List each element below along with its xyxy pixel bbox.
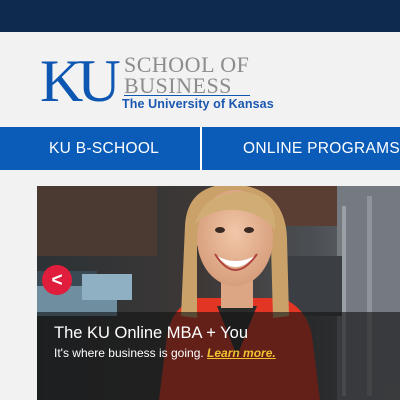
hero-title: The KU Online MBA + You: [54, 324, 248, 342]
school-name-divider: [124, 95, 250, 96]
school-name-line2: BUSINESS: [124, 73, 232, 98]
hero-subtitle-line: It's where business is going. Learn more…: [54, 346, 276, 360]
main-nav: KU B-SCHOOL ONLINE PROGRAMS: [0, 127, 400, 170]
site-header: KU SCHOOL OF BUSINESS The University of …: [0, 32, 400, 127]
school-name-line1: SCHOOL OF: [124, 52, 250, 77]
learn-more-link[interactable]: Learn more.: [207, 346, 276, 360]
carousel-prev-button[interactable]: <: [42, 265, 72, 295]
top-bar: [0, 0, 400, 32]
school-name: SCHOOL OF BUSINESS: [124, 52, 250, 98]
ku-logo-icon: KU: [40, 51, 120, 107]
nav-item-online-programs[interactable]: ONLINE PROGRAMS: [202, 127, 400, 170]
hero-subtitle: It's where business is going.: [54, 346, 204, 360]
ku-logo-text: KU: [40, 51, 120, 107]
hero-caption: The KU Online MBA + You It's where busin…: [37, 312, 400, 400]
university-name: The University of Kansas: [122, 97, 274, 111]
nav-item-ku-b-school[interactable]: KU B-SCHOOL: [0, 127, 203, 170]
hero-carousel: < The KU Online MBA + You It's where bus…: [37, 186, 400, 400]
